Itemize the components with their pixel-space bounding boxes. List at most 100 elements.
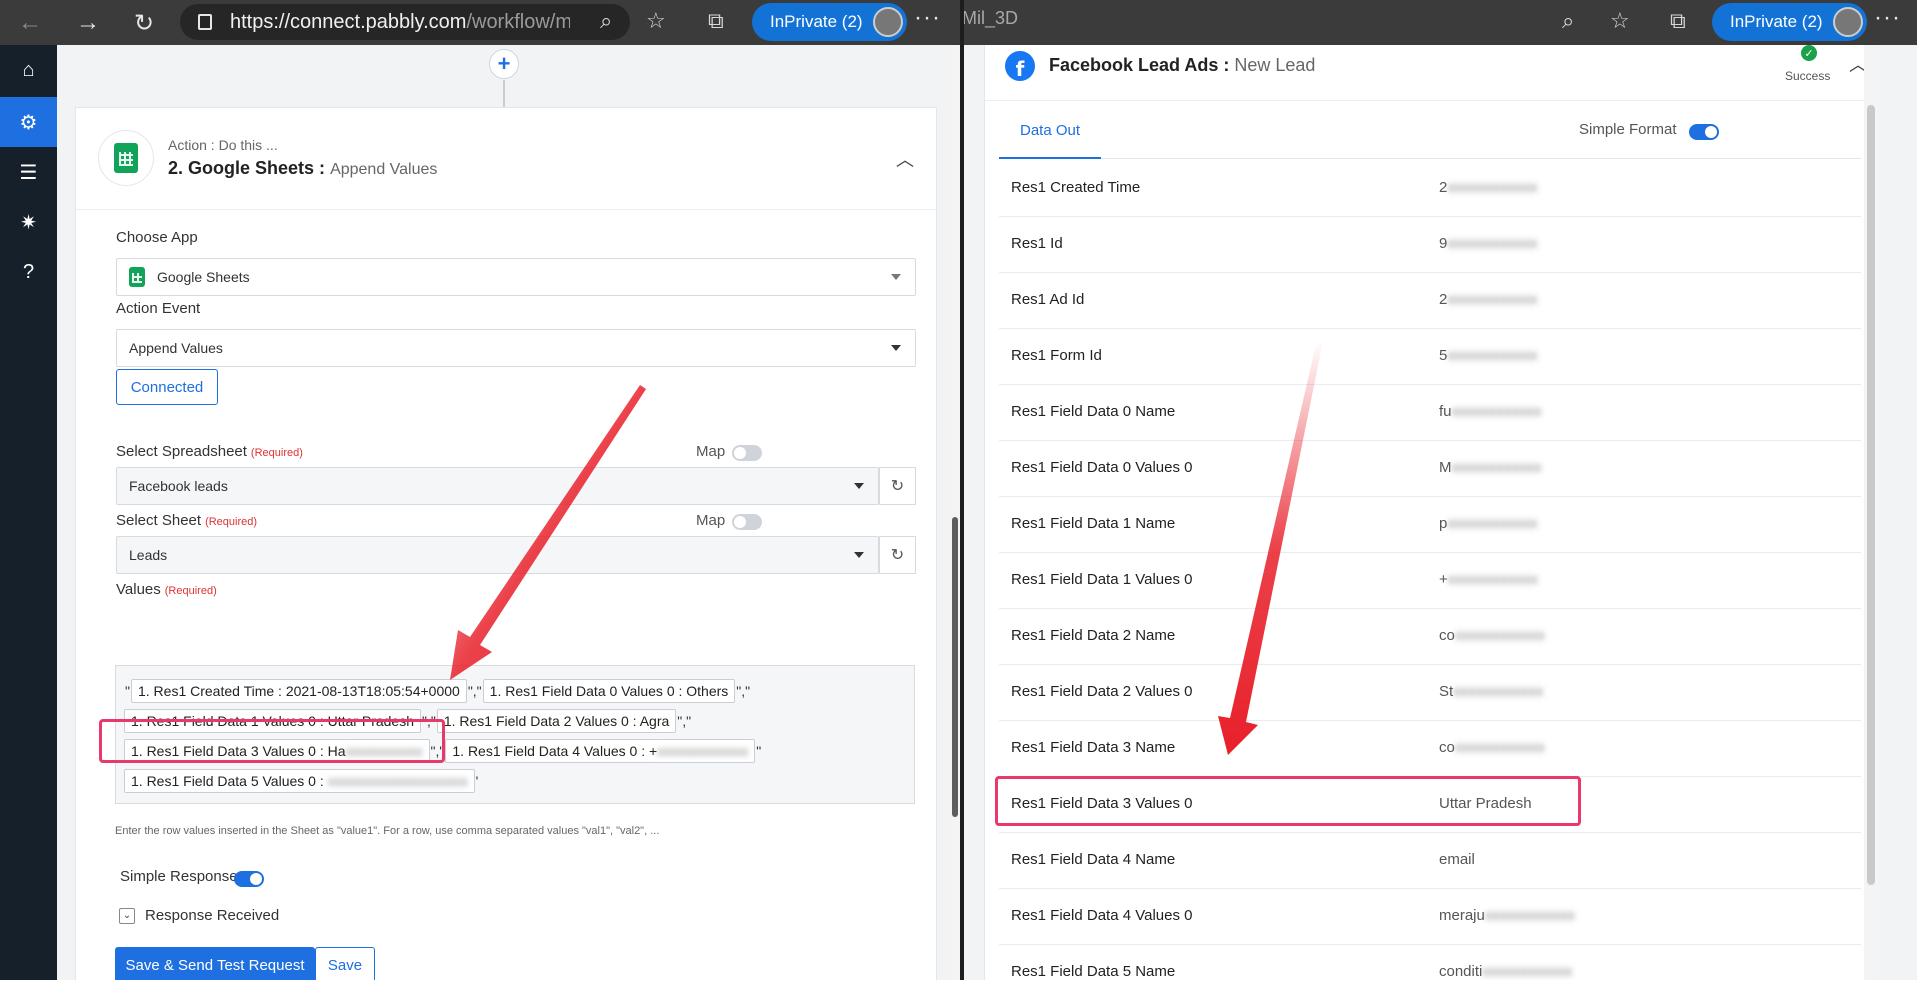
add-step-button[interactable]: +: [489, 49, 519, 79]
home-icon[interactable]: ⌂: [0, 45, 57, 95]
collections-icon[interactable]: ⧉: [1670, 8, 1686, 34]
data-row-key: Res1 Created Time: [1011, 179, 1141, 196]
inprivate-button[interactable]: InPrivate (2): [752, 3, 907, 41]
gear-icon[interactable]: ✷: [0, 197, 57, 247]
data-row-key: Res1 Form Id: [1011, 347, 1102, 364]
zoom-icon[interactable]: ⌕: [1562, 8, 1574, 34]
data-row: Res1 Field Data 5 Name conditixxxxxxxxxxx…: [999, 945, 1861, 980]
refresh-spreadsheet-button[interactable]: ↻: [879, 467, 916, 505]
address-bar[interactable]: https://connect.pabbly.com/workflow/map.…: [180, 4, 630, 40]
values-row: " 1. Res1 Created Time : 2021-08-13T18:05…: [124, 676, 906, 706]
action-event-value: Append Values: [129, 340, 223, 356]
trigger-card: f Facebook Lead Ads : New Lead ✓ Success…: [984, 45, 1874, 980]
more-menu-icon[interactable]: ···: [914, 4, 941, 32]
data-row-value: 9xxxxxxxxxxxx: [1439, 235, 1538, 252]
inprivate-button[interactable]: InPrivate (2): [1712, 3, 1867, 41]
value-chip[interactable]: 1. Res1 Field Data 5 Values 0 : xxxxxxxx…: [124, 769, 475, 793]
choose-app-value: Google Sheets: [157, 269, 250, 285]
action-card-header[interactable]: Action : Do this ... 2. Google Sheets : …: [76, 108, 936, 210]
data-row-value: conditixxxxxxxxxxxx: [1439, 963, 1573, 980]
action-card: Action : Do this ... 2. Google Sheets : …: [75, 107, 937, 980]
data-row-value: merajuxxxxxxxxxxxx: [1439, 907, 1575, 924]
spreadsheet-select[interactable]: Facebook leads: [116, 467, 879, 505]
simple-format-toggle[interactable]: [1689, 124, 1719, 140]
action-event-select[interactable]: Append Values: [116, 329, 916, 367]
data-row-value: Mxxxxxxxxxxxx: [1439, 459, 1542, 476]
data-row-value: fuxxxxxxxxxxxx: [1439, 403, 1542, 420]
data-row-key: Res1 Field Data 2 Values 0: [1011, 683, 1193, 700]
inprivate-label: InPrivate (2): [770, 12, 863, 31]
forward-icon[interactable]: →: [66, 4, 110, 42]
value-chip[interactable]: 1. Res1 Field Data 0 Values 0 : Others: [482, 679, 736, 703]
data-row-value: coxxxxxxxxxxxx: [1439, 627, 1545, 644]
app-badge: [98, 130, 154, 186]
data-row: Res1 Form Id 5xxxxxxxxxxxx: [999, 329, 1861, 385]
map-label: Map: [696, 443, 726, 460]
more-menu-icon[interactable]: ···: [1874, 4, 1901, 32]
back-icon[interactable]: ←: [8, 4, 52, 42]
simple-response-toggle[interactable]: [234, 871, 264, 887]
data-row: Res1 Field Data 2 Name coxxxxxxxxxxxx: [999, 609, 1861, 665]
simple-response-label: Simple Response: [120, 868, 238, 885]
values-label: Values (Required): [116, 581, 217, 598]
workflow-icon[interactable]: ⚙: [0, 97, 57, 147]
connected-button[interactable]: Connected: [116, 369, 218, 405]
data-row-key: Res1 Field Data 4 Values 0: [1011, 907, 1193, 924]
map-toggle[interactable]: [732, 514, 762, 530]
response-received-toggle[interactable]: ⌄: [119, 908, 135, 924]
data-row-value: 5xxxxxxxxxxxx: [1439, 347, 1538, 364]
value-chip[interactable]: 1. Res1 Created Time : 2021-08-13T18:05:…: [130, 679, 467, 703]
tab-data-out[interactable]: Data Out: [999, 103, 1101, 159]
lock-icon: [198, 14, 212, 30]
data-row: Res1 Field Data 1 Name pxxxxxxxxxxxx: [999, 497, 1861, 553]
map-label: Map: [696, 512, 726, 529]
collections-icon[interactable]: ⧉: [708, 8, 724, 34]
response-received-label: Response Received: [145, 907, 280, 924]
map-toggle[interactable]: [732, 445, 762, 461]
data-row-key: Res1 Field Data 1 Values 0: [1011, 571, 1193, 588]
data-row-key: Res1 Ad Id: [1011, 291, 1085, 308]
zoom-icon[interactable]: ⌕: [600, 8, 612, 34]
choose-app-select[interactable]: Google Sheets: [116, 258, 916, 296]
left-scrollbar[interactable]: [950, 45, 960, 980]
scrollbar-thumb[interactable]: [1867, 105, 1875, 885]
right-browser-toolbar: ⌕ ☆ ⧉ InPrivate (2) ···: [960, 0, 1917, 45]
scrollbar-thumb[interactable]: [952, 517, 958, 817]
data-row-value: 2xxxxxxxxxxxx: [1439, 179, 1538, 196]
chevron-up-icon[interactable]: ︿: [896, 146, 914, 172]
help-icon[interactable]: ?: [0, 247, 57, 297]
data-row-value: pxxxxxxxxxxxx: [1439, 515, 1538, 532]
value-chip[interactable]: 1. Res1 Field Data 2 Values 0 : Agra: [436, 709, 677, 733]
data-row-key: Res1 Field Data 0 Name: [1011, 403, 1176, 420]
save-send-test-button[interactable]: Save & Send Test Request: [115, 947, 315, 980]
choose-app-label: Choose App: [116, 229, 198, 246]
data-row-key: Res1 Field Data 5 Name: [1011, 963, 1176, 980]
data-row-value: 2xxxxxxxxxxxx: [1439, 291, 1538, 308]
google-sheets-icon: [129, 267, 145, 287]
right-scrollbar[interactable]: [1864, 45, 1878, 980]
action-title: 2. Google Sheets : Append Values: [168, 158, 438, 178]
google-sheets-icon: [114, 143, 138, 173]
sheet-select[interactable]: Leads: [116, 536, 879, 574]
data-row-key: Res1 Field Data 1 Name: [1011, 515, 1176, 532]
sheet-value: Leads: [129, 547, 168, 563]
action-event-label: Action Event: [116, 300, 201, 317]
data-row-key: Res1 Field Data 2 Name: [1011, 627, 1176, 644]
chevron-down-icon: [854, 552, 864, 558]
list-icon[interactable]: ☰: [0, 147, 57, 197]
chevron-down-icon: [854, 483, 864, 489]
favorite-icon[interactable]: ☆: [1610, 8, 1630, 34]
trigger-header[interactable]: f Facebook Lead Ads : New Lead ✓ Success…: [985, 45, 1873, 101]
action-subtitle: Action : Do this ...: [168, 137, 278, 153]
select-spreadsheet-label: Select Spreadsheet (Required): [116, 443, 303, 460]
value-chip[interactable]: 1. Res1 Field Data 4 Values 0 : +xxxxxxx…: [445, 739, 756, 763]
data-row: Res1 Created Time 2xxxxxxxxxxxx: [999, 161, 1861, 217]
save-button[interactable]: Save: [315, 947, 375, 980]
data-row-key: Res1 Id: [1011, 235, 1063, 252]
facebook-icon: f: [1005, 51, 1035, 81]
refresh-sheet-button[interactable]: ↻: [879, 536, 916, 574]
inprivate-label: InPrivate (2): [1730, 12, 1823, 31]
favorite-icon[interactable]: ☆: [646, 8, 666, 34]
refresh-icon[interactable]: ↻: [122, 4, 166, 42]
data-row-value: +xxxxxxxxxxxx: [1439, 571, 1538, 588]
